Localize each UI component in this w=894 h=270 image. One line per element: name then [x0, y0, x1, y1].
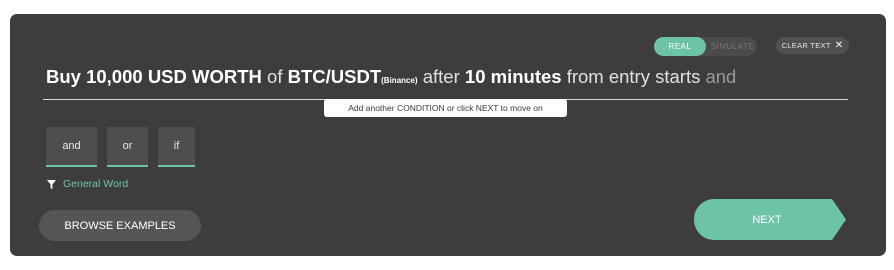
sentence-duration: 10 minutes — [464, 66, 562, 87]
clear-text-label: CLEAR TEXT — [781, 41, 831, 50]
sentence-suggestion: and — [705, 66, 737, 87]
close-icon: ✕ — [834, 40, 844, 51]
next-button-label: NEXT — [752, 213, 782, 226]
sentence-tail: from entry starts — [566, 66, 701, 87]
clear-text-button[interactable]: CLEAR TEXT ✕ — [776, 37, 849, 54]
word-option-or[interactable]: or — [107, 127, 148, 167]
sentence-connector: of — [267, 66, 283, 87]
next-button[interactable]: NEXT — [694, 199, 846, 240]
simulate-mode-option[interactable]: SIMULATE — [708, 37, 757, 56]
sentence-pair: BTC/USDT — [287, 66, 382, 87]
sentence-exchange: (Binance) — [381, 76, 418, 85]
word-option-if[interactable]: if — [158, 127, 195, 167]
word-option-and[interactable]: and — [46, 127, 97, 167]
real-mode-option[interactable]: REAL — [654, 37, 706, 56]
filter-icon — [47, 179, 56, 189]
general-word-label: General Word — [63, 178, 129, 190]
general-word-filter[interactable]: General Word — [47, 177, 128, 191]
sentence-after: after — [422, 66, 460, 87]
condition-sentence[interactable]: Buy 10,000 USD WORTH of BTC/USDT(Binance… — [46, 64, 736, 90]
mode-toggle[interactable]: REAL SIMULATE — [654, 37, 757, 56]
browse-examples-button[interactable]: BROWSE EXAMPLES — [39, 210, 201, 241]
sentence-amount: Buy 10,000 USD WORTH — [46, 66, 262, 87]
hint-tooltip: Add another CONDITION or click NEXT to m… — [324, 99, 567, 117]
